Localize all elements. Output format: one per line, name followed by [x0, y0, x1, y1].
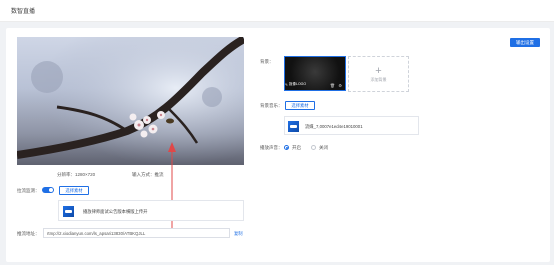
- select-material-button-right[interactable]: 选择素材: [285, 101, 315, 110]
- resolution-label: 分辨率：1280×720: [57, 172, 96, 177]
- bg-thumb-name: 抠像LOGO: [289, 82, 307, 86]
- input-method-label: 输入方式：推流: [132, 172, 164, 177]
- add-background-button[interactable]: + 添加背景: [348, 56, 409, 92]
- sound-on-label[interactable]: 开启: [292, 145, 301, 151]
- sound-off-radio[interactable]: [311, 145, 316, 150]
- sound-on-radio[interactable]: [284, 145, 289, 150]
- top-bar: 数智直播: [0, 0, 554, 22]
- output-settings-button[interactable]: 输出设置: [510, 38, 540, 47]
- add-background-label: 添加背景: [370, 76, 387, 82]
- material-file-name: 播放律师面试公告版本横版上传开: [83, 209, 148, 214]
- plus-icon: +: [375, 64, 382, 77]
- background-label: 背景：: [260, 59, 274, 64]
- video-file-icon: [63, 206, 74, 217]
- copy-link[interactable]: 复制: [234, 231, 243, 237]
- material-file-card: 播放律师面试公告版本横版上传开: [58, 200, 244, 221]
- pull-stream-toggle[interactable]: [42, 187, 54, 193]
- sound-off-label[interactable]: 关闭: [319, 145, 328, 151]
- audio-file-icon: [288, 121, 299, 132]
- push-url-label: 推流地址：: [17, 231, 40, 236]
- sound-label: 播放声音：: [260, 145, 283, 150]
- pin-icon: ✎: [285, 83, 288, 87]
- push-url-input[interactable]: rtmp://2.xiodianyun.com/ls_apsari13830/A…: [43, 228, 230, 238]
- settings-icon[interactable]: ⚙: [338, 83, 342, 88]
- pull-stream-label: 拉流监测：: [17, 188, 40, 193]
- blossom-scene-image: [17, 37, 244, 165]
- bg-file-name: 流媒_7,0007e1ed4e19010001: [305, 124, 363, 129]
- delete-icon[interactable]: 🗑: [330, 83, 335, 88]
- page-title: 数智直播: [11, 9, 36, 15]
- video-preview[interactable]: [17, 37, 244, 165]
- background-thumbnail[interactable]: 抠像LOGO ✎ 🗑 ⚙: [284, 56, 346, 91]
- select-material-button-left[interactable]: 选择素材: [59, 186, 89, 195]
- bg-file-card: 流媒_7,0007e1ed4e19010001: [284, 116, 419, 135]
- bg-music-label: 背景音乐：: [260, 103, 283, 108]
